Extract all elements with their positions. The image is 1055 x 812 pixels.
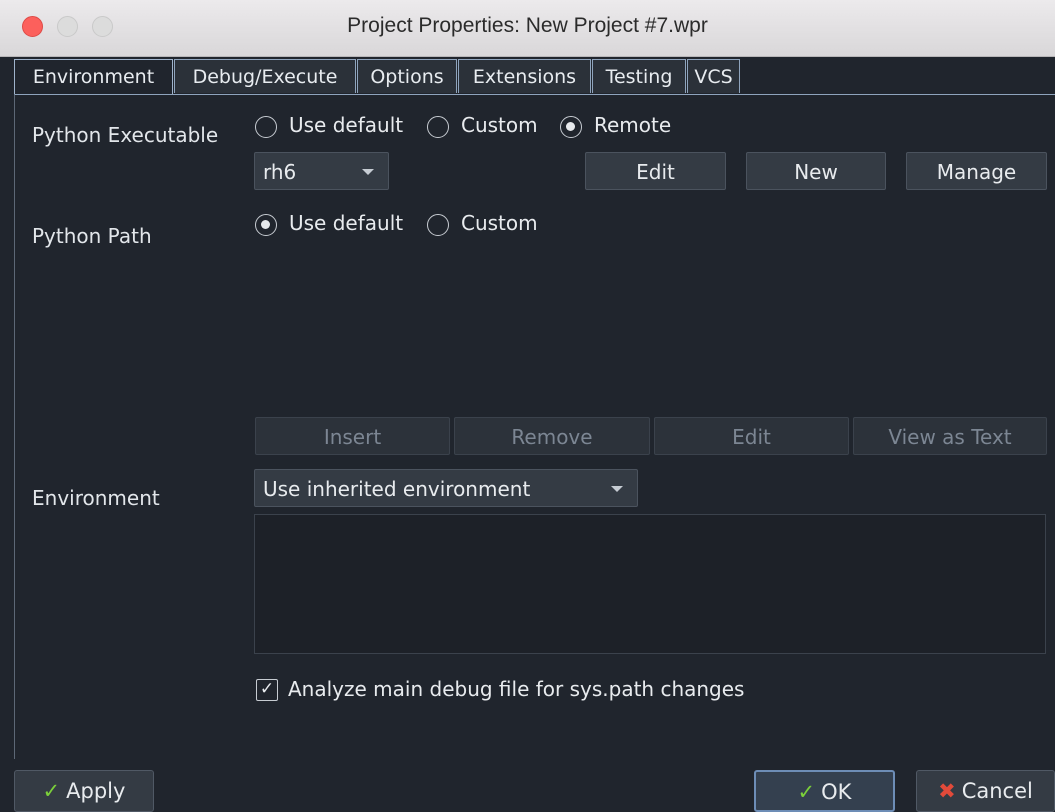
environment-mode-value: Use inherited environment: [263, 477, 531, 501]
path-custom-label[interactable]: Custom: [461, 211, 538, 235]
path-use-default-label[interactable]: Use default: [289, 211, 403, 235]
ok-button-label: OK: [821, 780, 852, 804]
remove-path-button[interactable]: Remove: [454, 417, 650, 455]
tab-vcs[interactable]: VCS: [687, 59, 740, 93]
exec-use-default-label[interactable]: Use default: [289, 113, 403, 137]
edit-path-button[interactable]: Edit: [654, 417, 849, 455]
analyze-checkbox-label[interactable]: Analyze main debug file for sys.path cha…: [288, 677, 744, 701]
cancel-button[interactable]: ✖ Cancel: [916, 770, 1055, 812]
manage-remote-button[interactable]: Manage: [906, 152, 1047, 190]
checkmark-icon: ✓: [42, 779, 61, 803]
tab-extensions[interactable]: Extensions: [458, 59, 591, 93]
exec-remote-label[interactable]: Remote: [594, 113, 671, 137]
apply-button-label: Apply: [66, 779, 126, 803]
path-custom-radio[interactable]: [427, 214, 449, 236]
tab-debug-execute[interactable]: Debug/Execute: [174, 59, 356, 93]
checkmark-icon: ✓: [797, 780, 816, 804]
tab-testing[interactable]: Testing: [592, 59, 686, 93]
environment-label: Environment: [32, 486, 160, 510]
apply-button[interactable]: ✓ Apply: [14, 770, 154, 812]
close-icon: ✖: [938, 779, 956, 803]
chevron-down-icon: [362, 169, 374, 175]
exec-use-default-radio[interactable]: [255, 116, 277, 138]
insert-path-button[interactable]: Insert: [255, 417, 450, 455]
remote-host-value: rh6: [263, 160, 297, 184]
exec-custom-radio[interactable]: [427, 116, 449, 138]
path-use-default-radio[interactable]: [255, 214, 277, 236]
remote-host-select[interactable]: rh6: [254, 152, 389, 190]
new-remote-button[interactable]: New: [746, 152, 886, 190]
cancel-button-label: Cancel: [961, 779, 1033, 803]
ok-button[interactable]: ✓ OK: [754, 770, 895, 812]
view-as-text-button[interactable]: View as Text: [853, 417, 1047, 455]
environment-mode-select[interactable]: Use inherited environment: [254, 469, 638, 507]
python-executable-label: Python Executable: [32, 123, 219, 147]
python-path-label: Python Path: [32, 224, 152, 248]
exec-remote-radio[interactable]: [560, 116, 582, 138]
tab-options[interactable]: Options: [357, 59, 457, 93]
exec-custom-label[interactable]: Custom: [461, 113, 538, 137]
analyze-checkbox[interactable]: ✓: [256, 679, 278, 701]
edit-remote-button[interactable]: Edit: [585, 152, 726, 190]
window-title: Project Properties: New Project #7.wpr: [347, 14, 708, 37]
tab-environment[interactable]: Environment: [14, 59, 173, 95]
chevron-down-icon: [611, 486, 623, 492]
environment-variables-box[interactable]: [254, 514, 1046, 654]
window-titlebar: Project Properties: New Project #7.wpr: [0, 0, 1055, 57]
